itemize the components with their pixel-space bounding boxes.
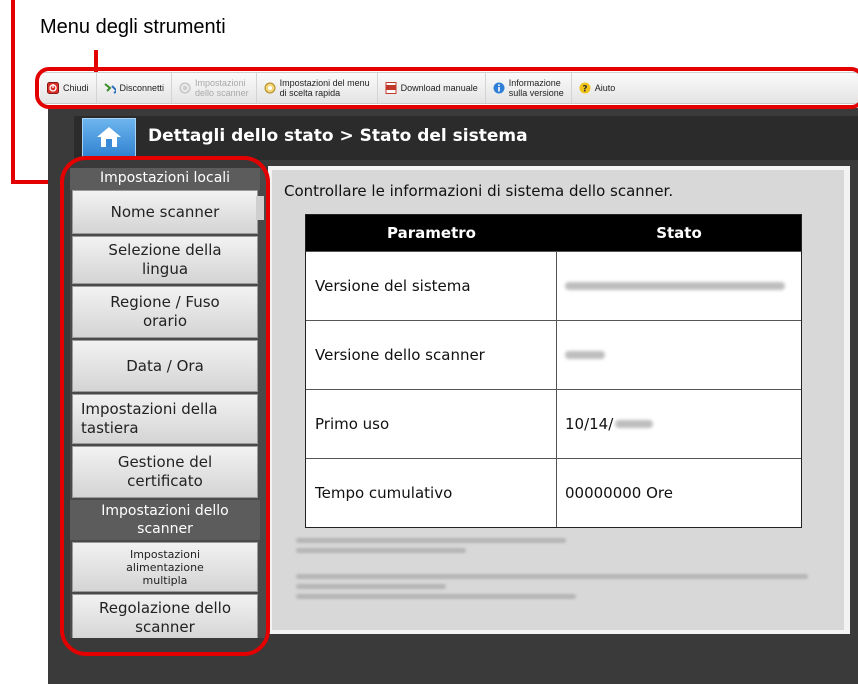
annotation-line-vertical-long [11, 0, 15, 184]
home-icon [96, 125, 122, 153]
toolbar-highlight [35, 67, 858, 109]
page-title: Dettagli dello stato > Stato del sistema [148, 126, 528, 146]
column-header-status: Stato [656, 224, 702, 242]
row-value-redacted [557, 321, 801, 389]
first-use-date: 10/14/ [565, 415, 614, 433]
row-param: Versione dello scanner [306, 321, 557, 389]
table-row: Tempo cumulativo 00000000 Ore [306, 458, 801, 527]
row-param: Tempo cumulativo [306, 459, 557, 527]
row-param: Versione del sistema [306, 252, 557, 320]
column-header-parameter: Parametro [387, 224, 476, 242]
row-value: 10/14/ [557, 390, 801, 458]
table-row: Versione dello scanner [306, 320, 801, 389]
row-param: Primo uso [306, 390, 557, 458]
annotation-title: Menu degli strumenti [40, 16, 226, 38]
sidebar-highlight [60, 156, 270, 656]
row-value-redacted [557, 252, 801, 320]
intro-text: Controllare le informazioni di sistema d… [284, 182, 674, 200]
home-button[interactable] [82, 118, 136, 160]
status-table: Parametro Stato Versione del sistema Ver… [305, 214, 802, 528]
row-value: 00000000 Ore [565, 484, 673, 502]
table-header: Parametro Stato [306, 215, 801, 251]
table-row: Versione del sistema [306, 251, 801, 320]
table-row: Primo uso 10/14/ [306, 389, 801, 458]
